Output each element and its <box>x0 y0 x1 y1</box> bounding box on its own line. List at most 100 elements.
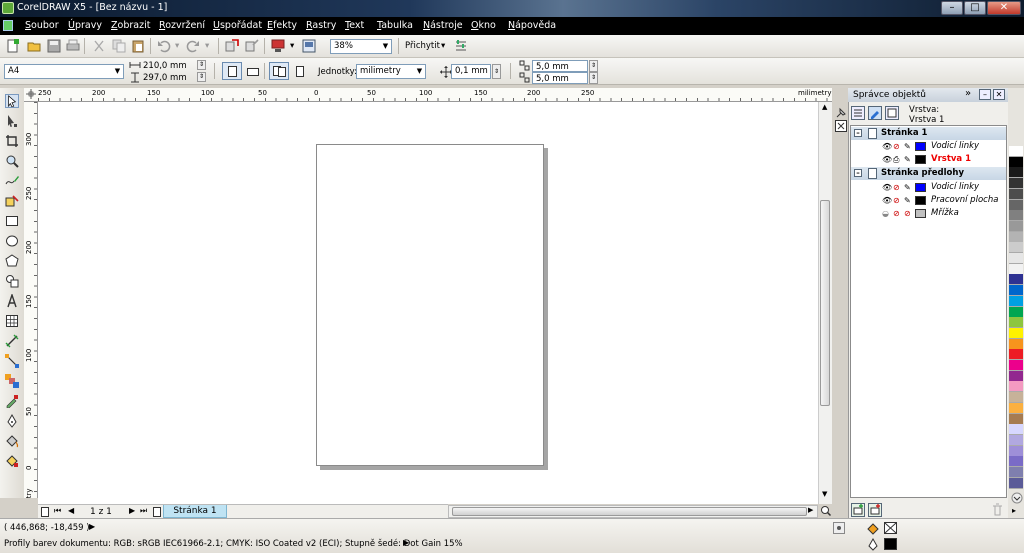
palette-color-swatch[interactable] <box>1009 402 1023 414</box>
palette-menu-icon[interactable]: ▸ <box>1012 506 1016 515</box>
page-size-select[interactable]: A4 ▼ <box>4 64 124 79</box>
redo-icon[interactable] <box>186 39 200 53</box>
print-disabled-icon[interactable]: ⊘ <box>893 207 900 220</box>
palette-color-swatch[interactable] <box>1009 360 1023 371</box>
palette-color-swatch[interactable] <box>1009 477 1023 489</box>
snap-status-icon[interactable] <box>833 522 845 534</box>
zoom-dropdown-icon[interactable]: ▼ <box>381 41 390 51</box>
add-page-after-icon[interactable] <box>152 507 162 517</box>
height-spinner[interactable]: ⇕ <box>197 72 206 82</box>
edit-pencil-icon[interactable]: ✎ <box>904 194 911 207</box>
visibility-eye-icon[interactable]: 👁 <box>882 181 892 194</box>
menu-zobrazit[interactable]: Zobrazit <box>111 20 150 31</box>
document-page[interactable] <box>316 144 544 466</box>
visibility-eye-icon[interactable]: 👁 <box>882 153 892 166</box>
fill-none-swatch[interactable] <box>884 522 897 534</box>
add-page-before-icon[interactable] <box>40 507 50 517</box>
open-folder-icon[interactable] <box>27 39 41 53</box>
next-page-icon[interactable]: ▶ <box>129 506 135 515</box>
undo-dropdown-icon[interactable]: ▾ <box>175 41 179 51</box>
palette-color-swatch[interactable] <box>1009 306 1023 318</box>
print-icon[interactable]: ⎙ <box>893 153 899 166</box>
menu-usporadat[interactable]: Uspořádat <box>213 20 262 31</box>
print-disabled-icon[interactable]: ⊘ <box>893 181 900 194</box>
duplicate-x-field[interactable]: 5,0 mm <box>532 60 588 72</box>
palette-color-swatch[interactable] <box>1009 349 1023 361</box>
palette-color-swatch[interactable] <box>1009 434 1023 446</box>
scroll-right-icon[interactable]: ▶ <box>808 506 813 514</box>
edit-across-layers-icon[interactable] <box>868 106 882 120</box>
palette-color-swatch[interactable] <box>1009 253 1023 264</box>
tree-layer-desktop[interactable]: 👁 ⊘ ✎ Pracovní plocha <box>851 194 1006 207</box>
palette-color-swatch[interactable] <box>1009 467 1023 478</box>
print-icon[interactable] <box>66 39 80 53</box>
palette-color-swatch[interactable] <box>1009 456 1023 468</box>
color-eyedropper-tool-icon[interactable] <box>5 394 19 408</box>
docker-pin-icon[interactable] <box>835 107 847 119</box>
portrait-button[interactable] <box>222 62 242 80</box>
all-pages-button[interactable] <box>269 62 289 80</box>
page-height-field[interactable]: 297,0 mm <box>140 72 196 84</box>
width-spinner[interactable]: ⇕ <box>197 60 206 70</box>
launcher-dropdown-icon[interactable]: ▾ <box>290 41 294 51</box>
layer-color-swatch[interactable] <box>915 142 926 151</box>
save-icon[interactable] <box>47 39 61 53</box>
palette-scroll-down-icon[interactable] <box>1011 492 1023 504</box>
interactive-fill-tool-icon[interactable] <box>5 454 19 468</box>
vertical-scroll-thumb[interactable] <box>820 200 830 406</box>
current-page-icon[interactable] <box>293 65 307 79</box>
layer-color-swatch[interactable] <box>915 209 926 218</box>
visibility-hidden-icon[interactable]: ◒ <box>882 207 889 220</box>
menu-okno[interactable]: Okno <box>471 20 496 31</box>
palette-color-swatch[interactable] <box>1009 317 1023 329</box>
palette-color-swatch[interactable] <box>1009 242 1023 254</box>
crop-tool-icon[interactable] <box>5 134 19 148</box>
parallel-dimension-tool-icon[interactable] <box>5 334 19 348</box>
scroll-down-icon[interactable]: ▼ <box>822 490 827 498</box>
ellipse-tool-icon[interactable] <box>5 234 19 248</box>
close-button[interactable]: ✕ <box>987 1 1021 15</box>
first-page-icon[interactable]: ⏮ <box>54 506 61 516</box>
fill-status-icon[interactable] <box>866 522 880 535</box>
edit-pencil-icon[interactable]: ✎ <box>904 181 911 194</box>
zoom-tool-icon[interactable] <box>5 154 19 168</box>
nudge-distance-field[interactable]: 0,1 mm <box>451 64 491 79</box>
docker-minimize-button[interactable]: – <box>979 89 991 100</box>
layer-color-swatch[interactable] <box>915 155 926 164</box>
palette-color-swatch[interactable] <box>1009 210 1023 222</box>
profile-expand-icon[interactable]: ▶ <box>403 538 409 547</box>
docker-close-button[interactable]: ✕ <box>993 89 1005 100</box>
options-icon[interactable] <box>454 39 468 53</box>
palette-color-swatch[interactable] <box>1009 199 1023 211</box>
tree-page-1[interactable]: – Stránka 1 <box>851 127 1006 140</box>
menu-tabulka[interactable]: Tabulka <box>377 20 413 31</box>
palette-color-swatch[interactable] <box>1009 381 1023 393</box>
text-tool-icon[interactable] <box>5 294 19 308</box>
docker-close-icon[interactable] <box>835 120 847 132</box>
edit-disabled-icon[interactable]: ⊘ <box>904 207 911 220</box>
page-size-dropdown-icon[interactable]: ▼ <box>113 66 122 76</box>
welcome-screen-icon[interactable] <box>302 39 316 53</box>
paste-icon[interactable] <box>131 39 145 53</box>
menu-text[interactable]: Text <box>345 20 364 31</box>
tree-layer-grid[interactable]: ◒ ⊘ ⊘ Mřížka <box>851 207 1006 220</box>
palette-color-swatch[interactable] <box>1009 338 1023 350</box>
freehand-tool-icon[interactable] <box>5 174 19 188</box>
outline-color-swatch[interactable] <box>884 538 897 550</box>
ruler-origin-icon[interactable] <box>26 89 36 99</box>
table-tool-icon[interactable] <box>5 314 19 328</box>
outline-pen-tool-icon[interactable] <box>5 414 19 428</box>
import-icon[interactable] <box>225 39 239 53</box>
palette-color-swatch[interactable] <box>1009 285 1023 297</box>
edit-pencil-icon[interactable]: ✎ <box>904 153 911 166</box>
tree-layer-1[interactable]: 👁 ⎙ ✎ Vrstva 1 <box>851 153 1006 166</box>
palette-color-swatch[interactable] <box>1009 156 1023 168</box>
scroll-up-icon[interactable]: ▲ <box>822 103 827 111</box>
prev-page-icon[interactable]: ◀ <box>68 506 74 515</box>
last-page-icon[interactable]: ⏭ <box>140 506 147 516</box>
snap-dropdown-icon[interactable]: ▾ <box>441 41 445 51</box>
nudge-spinner[interactable]: ⇕ <box>492 64 501 79</box>
units-select[interactable]: milimetry ▼ <box>356 64 426 79</box>
menu-rastry[interactable]: Rastry <box>306 20 336 31</box>
zoom-level-select[interactable]: 38% ▼ <box>330 39 392 54</box>
